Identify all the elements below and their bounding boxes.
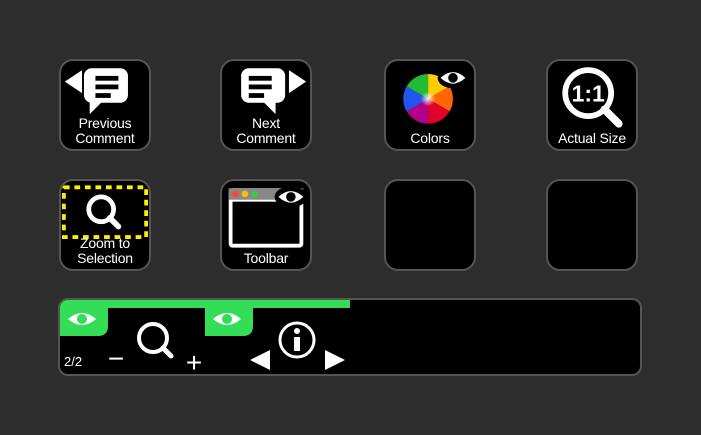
color-wheel-eye-icon: [403, 67, 469, 124]
dial-strip[interactable]: − + 2/2: [58, 298, 642, 376]
previous-comment-key[interactable]: Previous Comment: [59, 59, 151, 151]
key-label-line1: Next: [252, 115, 280, 131]
actual-size-key[interactable]: 1:1 Actual Size: [546, 59, 638, 151]
zoom-out-sign: −: [108, 343, 124, 374]
key-label-line1: Zoom to: [80, 235, 130, 251]
key-label-line1: Previous: [78, 115, 132, 131]
colors-key[interactable]: Colors: [384, 59, 476, 151]
key-label-line1: Actual Size: [558, 130, 626, 146]
triangle-left-icon: [250, 350, 270, 370]
key-label-line2: Comment: [75, 130, 135, 146]
info-dial[interactable]: [205, 300, 355, 376]
zoom-in-sign: +: [186, 347, 202, 376]
actual-size-magnifier-icon: 1:1: [562, 67, 623, 128]
zoom-to-selection-key[interactable]: Zoom to Selection: [59, 179, 151, 271]
toolbar-window-eye-icon: [228, 186, 308, 248]
empty-key[interactable]: [384, 179, 476, 271]
key-label-line2: Comment: [236, 130, 296, 146]
triangle-right-icon: [325, 350, 345, 370]
eye-icon: [274, 186, 308, 208]
next-comment-key[interactable]: Next Comment: [220, 59, 312, 151]
info-icon: [278, 321, 316, 359]
key-label-line2: Selection: [77, 250, 133, 266]
key-label-line1: Toolbar: [243, 250, 289, 266]
toolbar-key[interactable]: Toolbar: [220, 179, 312, 271]
page-indicator: 2/2: [64, 354, 83, 369]
eye-icon: [437, 67, 469, 89]
empty-key[interactable]: [546, 179, 638, 271]
svg-text:1:1: 1:1: [572, 81, 605, 107]
key-label-line1: Colors: [410, 130, 450, 146]
magnifier-icon: [137, 322, 174, 359]
